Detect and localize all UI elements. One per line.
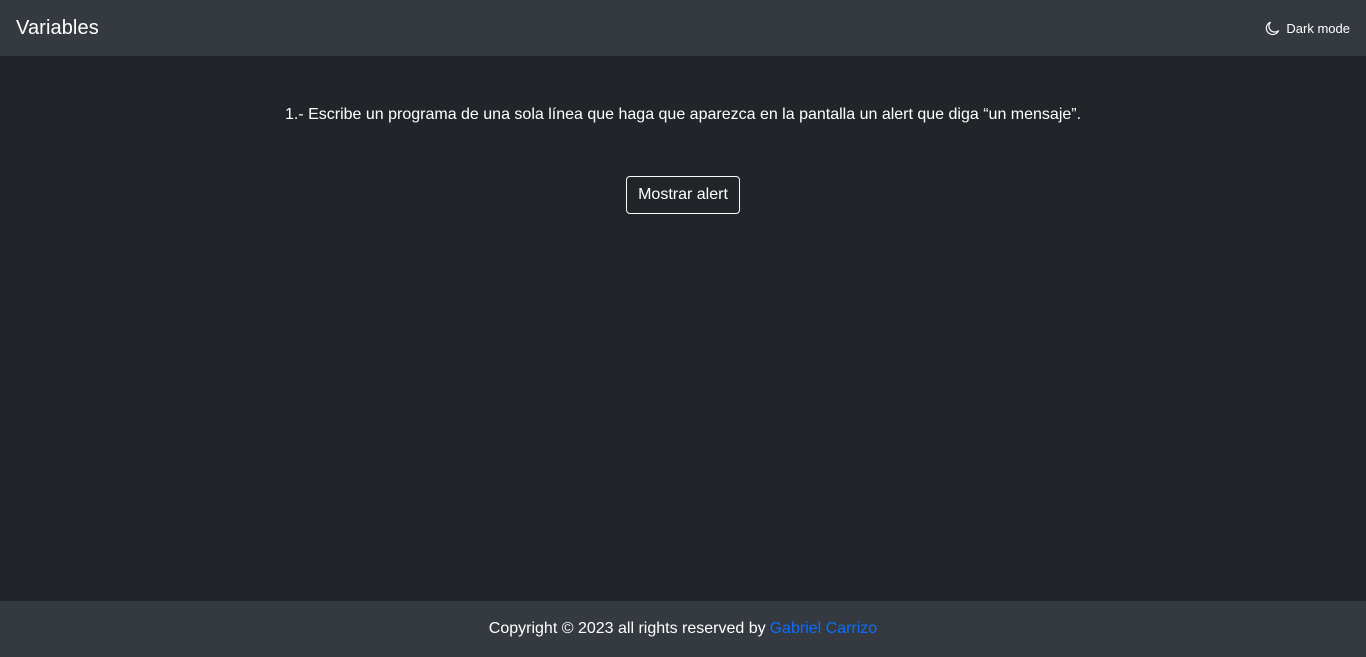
button-container: Mostrar alert <box>0 176 1366 214</box>
dark-mode-label: Dark mode <box>1286 20 1350 36</box>
navbar-brand[interactable]: Variables <box>16 17 99 40</box>
copyright-text: Copyright © 2023 all rights reserved by <box>488 620 766 637</box>
author-link[interactable]: Gabriel Carrizo <box>770 620 878 638</box>
show-alert-button[interactable]: Mostrar alert <box>626 176 740 214</box>
moon-icon <box>1265 21 1280 36</box>
main-content: 1.- Escribe un programa de una sola líne… <box>0 56 1366 601</box>
footer: Copyright © 2023 all rights reserved by … <box>0 601 1366 657</box>
top-navbar: Variables Dark mode <box>0 0 1366 56</box>
dark-mode-toggle[interactable]: Dark mode <box>1265 21 1350 36</box>
page: Variables Dark mode 1.- Escribe un progr… <box>0 0 1366 657</box>
exercise-text: 1.- Escribe un programa de una sola líne… <box>284 106 1082 123</box>
